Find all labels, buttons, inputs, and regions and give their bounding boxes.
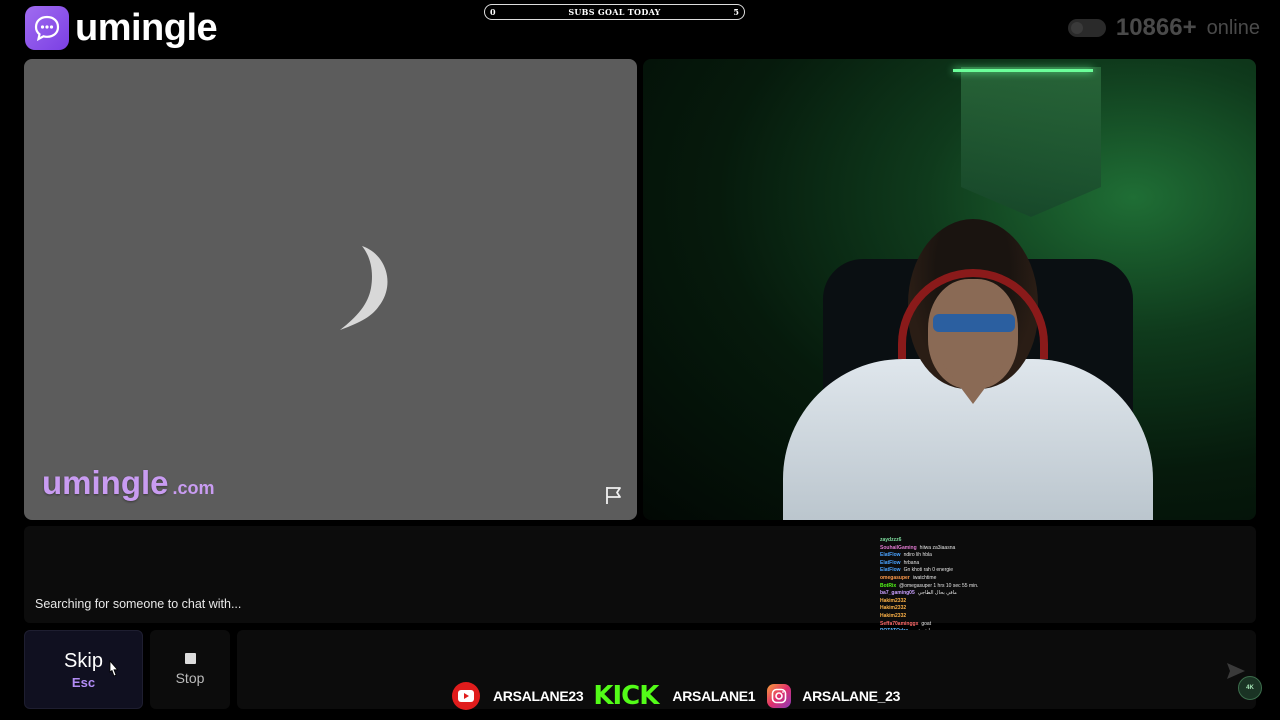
chat-status: Searching for someone to chat with... bbox=[35, 597, 242, 611]
skip-button[interactable]: Skip Esc bbox=[24, 630, 143, 709]
loading-spinner-icon bbox=[340, 246, 388, 330]
kick-handle: ARSALANE1 bbox=[672, 688, 756, 704]
watermark-main: umingle bbox=[42, 464, 169, 501]
umingle-watermark: umingle .com bbox=[42, 464, 215, 502]
stop-square-icon bbox=[184, 653, 196, 664]
chat-log: Searching for someone to chat with... bbox=[24, 526, 1256, 623]
stream-chat-user: Hakim2332 bbox=[880, 612, 907, 619]
stream-chat-text: hiiwa za3iaasna bbox=[919, 544, 956, 551]
stream-chat-message: SouhailGaming hiiwa za3iaasna bbox=[880, 545, 1040, 553]
stream-chat-text: @omegasuper 1 hrs 10 sec 55 min. bbox=[899, 582, 979, 589]
skip-label: Skip bbox=[64, 649, 103, 672]
stream-chat-message: Hakim2332 bbox=[880, 613, 1040, 621]
stream-chat-message: ElatFlow ndiro lih hbla bbox=[880, 552, 1040, 560]
social-handles: ARSALANE23 KICK ARSALANE1 ARSALANE_23 bbox=[452, 682, 900, 710]
stream-chat-message: ba7_gaming05 مافي بحال الطاجي bbox=[880, 590, 1040, 598]
stream-chat-text: ndiro lih hbla bbox=[903, 552, 932, 559]
stream-chat-message: ElatFlow Gn khoti rah 0 energie bbox=[880, 567, 1040, 575]
sunglasses bbox=[933, 314, 1015, 332]
stream-chat-text: مافي بحال الطاجي bbox=[917, 590, 957, 597]
stream-chat-user: ElatFlow bbox=[880, 552, 901, 559]
stream-chat-message: BotRix @omegasuper 1 hrs 10 sec 55 min. bbox=[880, 583, 1040, 591]
youtube-handle: ARSALANE23 bbox=[493, 688, 584, 704]
stop-label: Stop bbox=[175, 670, 205, 686]
stream-chat-text: goat bbox=[921, 620, 932, 627]
stream-chat-message: omegasuper iwatchtime bbox=[880, 575, 1040, 583]
watermark-tld: .com bbox=[172, 478, 215, 498]
stream-chat-user: zaydzzz6 bbox=[880, 537, 902, 543]
kick-logo: KICK bbox=[593, 681, 659, 711]
online-indicator: 10866+ online bbox=[1067, 14, 1260, 42]
report-flag-icon[interactable] bbox=[603, 484, 625, 506]
stream-chat-user: SouhailGaming bbox=[880, 544, 917, 551]
stream-chat-text: hrbana bbox=[903, 559, 920, 566]
stranger-video: umingle .com bbox=[24, 59, 637, 520]
stream-chat-message: Hakim2332 bbox=[880, 605, 1040, 613]
stream-chat-user: Hakim2332 bbox=[880, 605, 907, 612]
stream-chat-user: omegasuper bbox=[880, 574, 910, 581]
mouse-cursor-icon bbox=[109, 660, 119, 677]
wall-banner bbox=[961, 67, 1101, 217]
stream-chat-user: BotRix bbox=[880, 582, 897, 589]
instagram-icon bbox=[767, 684, 792, 708]
brand-name: umingle bbox=[75, 6, 218, 49]
online-toggle[interactable] bbox=[1067, 19, 1106, 37]
stream-chat-user: ba7_gaming05 bbox=[880, 590, 915, 597]
stream-chat-message: Seffa70aminggx goat bbox=[880, 621, 1040, 629]
stream-chat-user: ElatFlow bbox=[880, 559, 901, 566]
instagram-handle: ARSALANE_23 bbox=[802, 688, 901, 704]
skip-shortcut: Esc bbox=[71, 674, 96, 690]
neon-light bbox=[953, 69, 1093, 72]
stream-chat-user: Seffa70aminggx bbox=[880, 620, 919, 627]
stream-chat-message: ElatFlow hrbana bbox=[880, 560, 1040, 568]
subs-goal-bar: 0 SUBS GOAL TODAY 5 bbox=[484, 4, 745, 20]
self-video bbox=[643, 59, 1256, 520]
subs-goal-target: 5 bbox=[733, 7, 739, 17]
online-count: 10866+ bbox=[1115, 14, 1197, 41]
chat-bubble-icon bbox=[25, 6, 69, 50]
stream-chat-text: Gn khoti rah 0 energie bbox=[903, 567, 954, 574]
stream-chat-user: Hakim2332 bbox=[880, 597, 907, 604]
stream-chat-text: iwatchtime bbox=[912, 574, 937, 581]
channel-badge: 4K bbox=[1238, 676, 1262, 700]
online-label: online bbox=[1206, 16, 1260, 39]
brand-logo[interactable]: umingle bbox=[25, 6, 218, 50]
stream-chat-user: ElatFlow bbox=[880, 567, 901, 574]
stream-chat-message: Hakim2332 bbox=[880, 598, 1040, 606]
subs-goal-current: 0 bbox=[490, 7, 496, 17]
youtube-icon bbox=[452, 682, 480, 710]
stream-chat-message: zaydzzz6 bbox=[880, 537, 1040, 545]
subs-goal-title: SUBS GOAL TODAY bbox=[568, 7, 661, 17]
stop-button[interactable]: Stop bbox=[150, 630, 230, 709]
